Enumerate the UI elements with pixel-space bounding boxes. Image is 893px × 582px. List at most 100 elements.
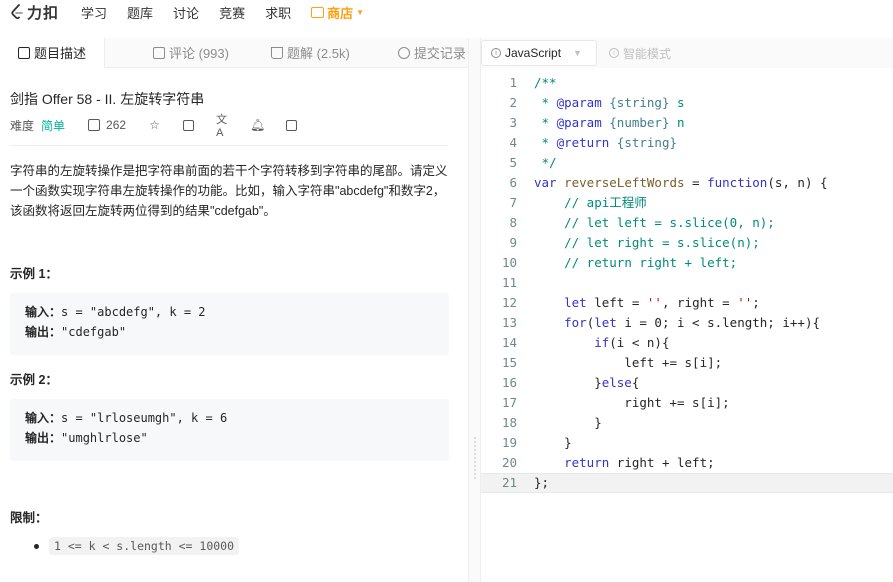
code-line[interactable]: 2 * @param {string} s xyxy=(481,93,893,113)
line-number: 12 xyxy=(501,295,517,310)
code-line[interactable]: 9 // let right = s.slice(n); xyxy=(481,233,893,253)
problem-tabs: 题目描述 评论 (993) 题解 (2.5k) 提交记录 xyxy=(0,37,468,68)
nav-item-discuss[interactable]: 讨论 xyxy=(173,3,199,22)
code-text: }else{ xyxy=(534,375,640,390)
example-2-output: "umghlrlose" xyxy=(61,431,148,445)
language-value: JavaScript xyxy=(505,46,562,60)
info-icon: i xyxy=(609,48,619,58)
language-select[interactable]: i JavaScript ▼ xyxy=(481,40,597,66)
example-1-output: "cdefgab" xyxy=(61,325,127,339)
code-line[interactable]: 21}; xyxy=(481,473,893,493)
smart-mode-label: 智能模式 xyxy=(623,46,672,61)
tab-label: 提交记录 xyxy=(413,46,466,61)
like-button[interactable]: 262 xyxy=(88,118,126,132)
editor-toolbar: i JavaScript ▼ i 智能模式 xyxy=(481,38,893,68)
flask-icon xyxy=(270,46,283,59)
code-line[interactable]: 15 left += s[i]; xyxy=(481,353,893,373)
line-number: 3 xyxy=(509,115,517,130)
code-line[interactable]: 12 let left = '', right = ''; xyxy=(481,293,893,313)
output-key: 输出： xyxy=(25,325,62,339)
code-line[interactable]: 7 // api工程师 xyxy=(481,193,893,213)
code-line[interactable]: 18 } xyxy=(481,413,893,433)
caret-down-icon: ▼ xyxy=(356,7,365,17)
example-1-input: s = "abcdefg", k = 2 xyxy=(61,305,206,319)
code-line[interactable]: 6 var reverseLeftWords = function(s, n) { xyxy=(481,173,893,193)
line-number: 8 xyxy=(509,215,517,230)
store-label: 商店 xyxy=(327,5,354,21)
store-icon xyxy=(311,6,325,18)
line-number: 7 xyxy=(509,195,517,210)
example-1-label: 示例 1： xyxy=(10,267,58,281)
tab-label: 题解 (2.5k) xyxy=(286,46,350,61)
logo-text: 力扣 xyxy=(27,4,60,22)
line-number: 18 xyxy=(501,415,517,430)
line-number: 5 xyxy=(509,155,517,170)
code-text: * @return {string} xyxy=(534,135,678,150)
panel-splitter[interactable] xyxy=(468,38,481,582)
code-line[interactable]: 5 */ xyxy=(481,153,893,173)
code-text: if(i < n){ xyxy=(594,335,670,350)
code-text: // let right = s.slice(n); xyxy=(564,235,760,250)
line-number: 20 xyxy=(501,455,517,470)
code-line[interactable]: 4 * @return {string} xyxy=(481,133,893,153)
drag-handle-icon[interactable] xyxy=(474,436,476,480)
code-text: // return right + left; xyxy=(564,255,738,270)
code-line[interactable]: 17 right += s[i]; xyxy=(481,393,893,413)
line-number: 9 xyxy=(509,235,517,250)
code-line[interactable]: 20 return right + left; xyxy=(481,453,893,473)
code-line[interactable]: 13 for(let i = 0; i < s.length; i++){ xyxy=(481,313,893,333)
line-number: 15 xyxy=(501,355,517,370)
code-editor[interactable]: 1/** 2 * @param {string} s3 * @param {num… xyxy=(481,68,893,582)
line-number: 14 xyxy=(501,335,517,350)
code-text: } xyxy=(534,435,572,450)
code-text: for(let i = 0; i < s.length; i++){ xyxy=(564,315,820,330)
problem-description: 字符串的左旋转操作是把字符串前面的若干个字符转移到字符串的尾部。请定义一个函数实… xyxy=(10,164,448,218)
tab-submissions[interactable]: 提交记录 xyxy=(397,38,466,68)
code-text: return right + left; xyxy=(564,455,715,470)
line-number: 21 xyxy=(501,475,517,490)
tab-comments[interactable]: 评论 (993) xyxy=(153,38,229,68)
line-number: 13 xyxy=(501,315,517,330)
translate-icon[interactable]: 文A xyxy=(216,114,229,139)
problem-meta: 难度 简单 262 ☆ 文A 🔔︎ xyxy=(10,114,298,139)
comment-icon xyxy=(153,46,166,59)
nav-item-problemset[interactable]: 题库 xyxy=(127,3,153,22)
feedback-icon[interactable] xyxy=(286,119,298,131)
line-number: 11 xyxy=(501,275,517,290)
tab-label: 评论 (993) xyxy=(169,46,229,61)
share-icon[interactable] xyxy=(183,119,195,131)
nav-item-contest[interactable]: 竞赛 xyxy=(219,3,245,22)
tab-solutions[interactable]: 题解 (2.5k) xyxy=(270,38,350,68)
code-line[interactable]: 19 } xyxy=(481,433,893,453)
nav-item-learn[interactable]: 学习 xyxy=(81,3,107,22)
limit-code: 1 <= k < s.length <= 10000 xyxy=(49,537,240,555)
line-number: 19 xyxy=(501,435,517,450)
clock-icon xyxy=(397,46,410,59)
top-nav: 力扣 学习 题库 讨论 竞赛 求职 商店 ▼ xyxy=(0,0,893,24)
input-key: 输入： xyxy=(25,411,62,425)
code-line[interactable]: 16 }else{ xyxy=(481,373,893,393)
nav-item-jobs[interactable]: 求职 xyxy=(265,3,291,22)
nav-item-store[interactable]: 商店 ▼ xyxy=(311,3,364,22)
star-icon[interactable]: ☆ xyxy=(148,118,161,132)
code-line[interactable]: 3 * @param {number} n xyxy=(481,113,893,133)
line-number: 4 xyxy=(509,135,517,150)
example-2-input: s = "lrloseumgh", k = 6 xyxy=(61,411,228,425)
tab-label: 题目描述 xyxy=(34,46,87,61)
code-line[interactable]: 11 xyxy=(481,273,893,293)
smart-mode-toggle[interactable]: i 智能模式 xyxy=(609,45,671,62)
code-line[interactable]: 10 // return right + left; xyxy=(481,253,893,273)
difficulty-badge: 简单 xyxy=(41,118,66,133)
bell-icon[interactable]: 🔔︎ xyxy=(250,118,265,132)
code-line[interactable]: 1 /** xyxy=(481,73,893,93)
line-number: 6 xyxy=(509,175,517,190)
divider xyxy=(10,145,448,146)
tab-description[interactable]: 题目描述 xyxy=(0,37,106,68)
logo[interactable]: 力扣 xyxy=(10,2,59,23)
code-text: * @param {number} n xyxy=(534,115,685,130)
code-line[interactable]: 14 if(i < n){ xyxy=(481,333,893,353)
limits-label: 限制： xyxy=(10,511,48,525)
output-key: 输出： xyxy=(25,431,62,445)
code-text: var reverseLeftWords = function(s, n) { xyxy=(534,175,828,190)
code-line[interactable]: 8 // let left = s.slice(0, n); xyxy=(481,213,893,233)
